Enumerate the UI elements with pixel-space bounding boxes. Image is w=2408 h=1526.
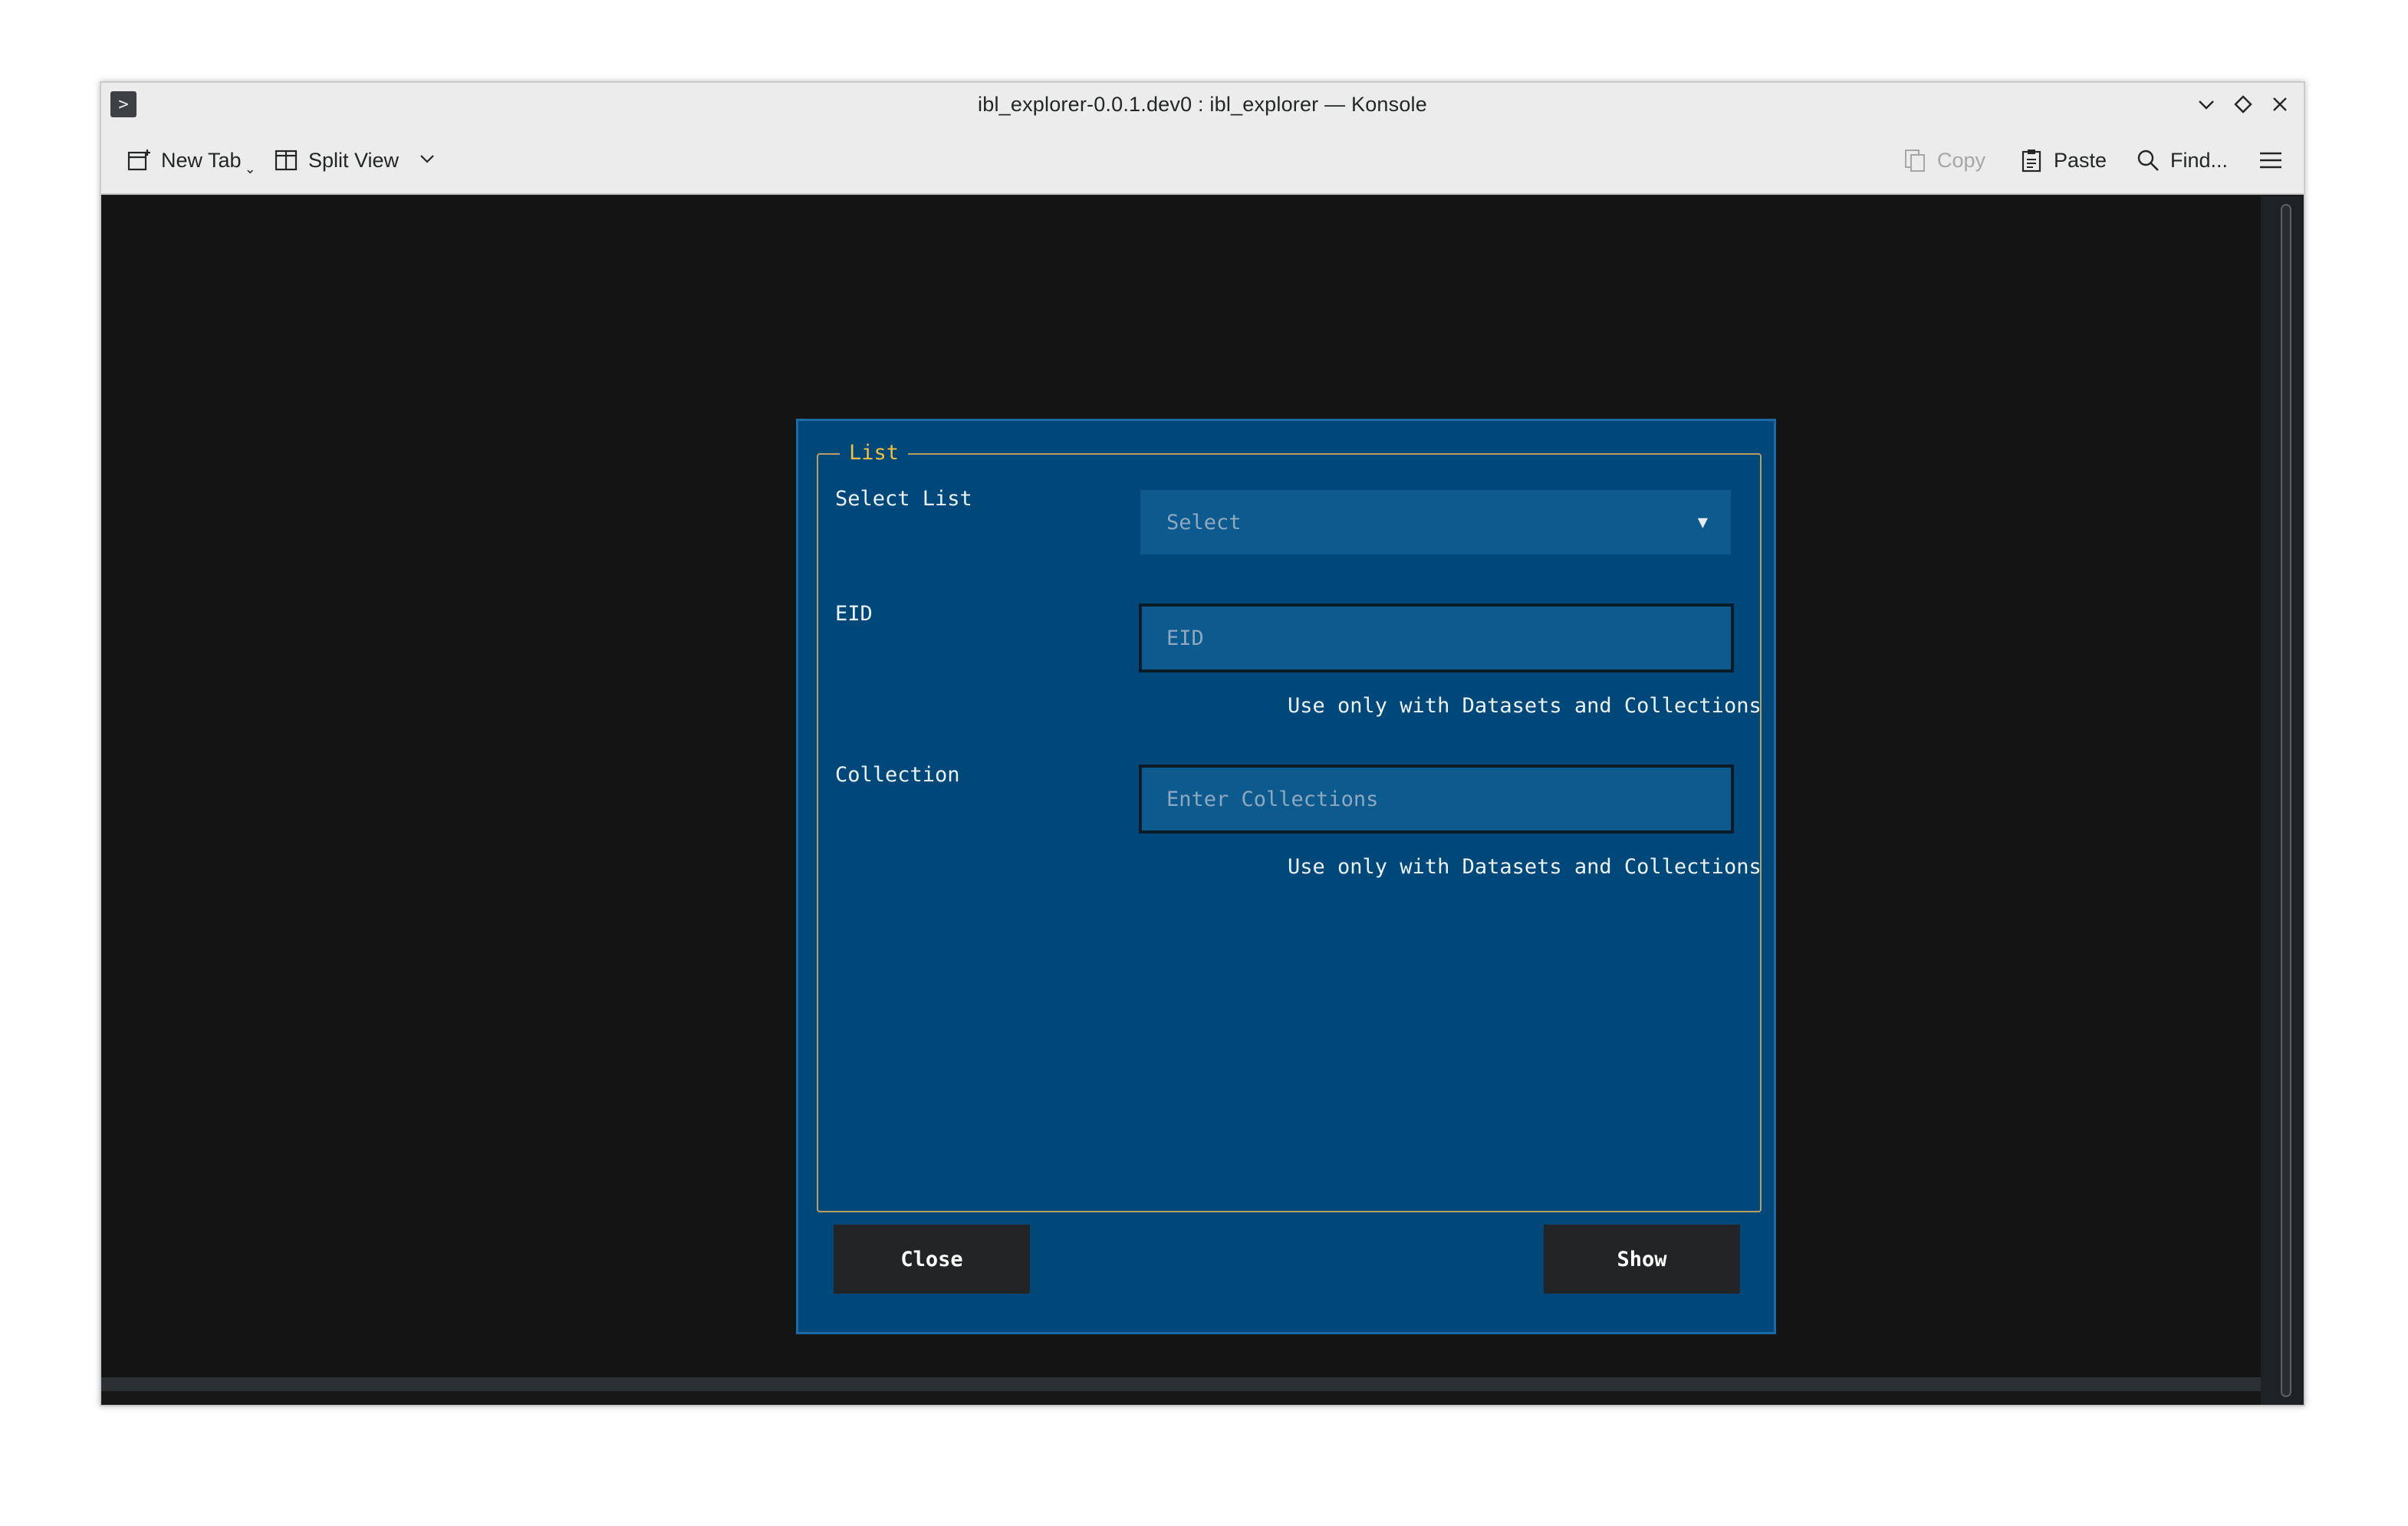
konsole-window: > ibl_explorer-0.0.1.dev0 : ibl_explorer… [100, 81, 2305, 1406]
hamburger-menu-button[interactable] [2258, 143, 2284, 178]
split-view-button[interactable]: Split View [273, 143, 436, 178]
paste-label: Paste [2054, 148, 2107, 172]
paste-button[interactable]: Paste [2018, 143, 2107, 178]
fieldset-legend: List [840, 441, 909, 465]
close-button[interactable]: Close [834, 1225, 1030, 1294]
eid-placeholder: EID [1166, 626, 1204, 650]
find-button[interactable]: Find... [2135, 143, 2228, 178]
close-icon[interactable] [2264, 89, 2296, 120]
vertical-scrollbar[interactable] [2261, 196, 2304, 1405]
copy-button[interactable]: Copy [1902, 143, 1985, 178]
eid-input[interactable]: EID [1139, 603, 1734, 673]
eid-hint: Use only with Datasets and Collections [1288, 694, 1762, 718]
paste-icon [2018, 147, 2044, 173]
title-bar[interactable]: > ibl_explorer-0.0.1.dev0 : ibl_explorer… [101, 83, 2304, 126]
scrollbar-handle[interactable] [2281, 204, 2291, 1397]
select-list-label: Select List [835, 487, 972, 511]
select-list-dropdown[interactable]: Select ▼ [1140, 490, 1731, 554]
select-value: Select [1166, 510, 1242, 534]
eid-label: EID [835, 602, 873, 626]
new-tab-icon [126, 147, 152, 173]
hamburger-menu-icon [2258, 147, 2284, 173]
minimize-icon[interactable] [2190, 89, 2222, 120]
collection-placeholder: Enter Collections [1166, 787, 1379, 811]
collection-hint: Use only with Datasets and Collections [1288, 855, 1762, 879]
new-tab-label: New Tab [161, 148, 242, 172]
dropdown-arrow-icon: ▼ [1697, 512, 1708, 532]
chevron-down-icon[interactable] [419, 149, 436, 173]
horizontal-scrollbar[interactable] [101, 1377, 2261, 1391]
collection-label: Collection [835, 763, 960, 787]
list-dialog: List Select List Select ▼ EID EID Use on… [796, 419, 1776, 1334]
window-controls [2190, 89, 2296, 120]
list-fieldset: List Select List Select ▼ EID EID Use on… [817, 441, 1762, 1212]
terminal-prompt-icon[interactable]: > [110, 91, 137, 117]
show-button[interactable]: Show [1544, 1225, 1740, 1294]
copy-label: Copy [1937, 148, 1986, 172]
find-label: Find... [2170, 148, 2229, 172]
chevron-down-icon[interactable]: ⌄ [245, 161, 256, 177]
copy-icon [1902, 147, 1928, 173]
split-view-icon [273, 147, 299, 173]
maximize-icon[interactable] [2227, 89, 2259, 120]
collection-input[interactable]: Enter Collections [1139, 765, 1734, 834]
search-icon [2135, 147, 2161, 173]
toolbar: New Tab ⌄ Split View Copy Paste Find... [101, 126, 2304, 195]
window-title: ibl_explorer-0.0.1.dev0 : ibl_explorer —… [978, 92, 1427, 116]
split-view-label: Split View [308, 148, 400, 172]
new-tab-button[interactable]: New Tab ⌄ [126, 143, 256, 178]
